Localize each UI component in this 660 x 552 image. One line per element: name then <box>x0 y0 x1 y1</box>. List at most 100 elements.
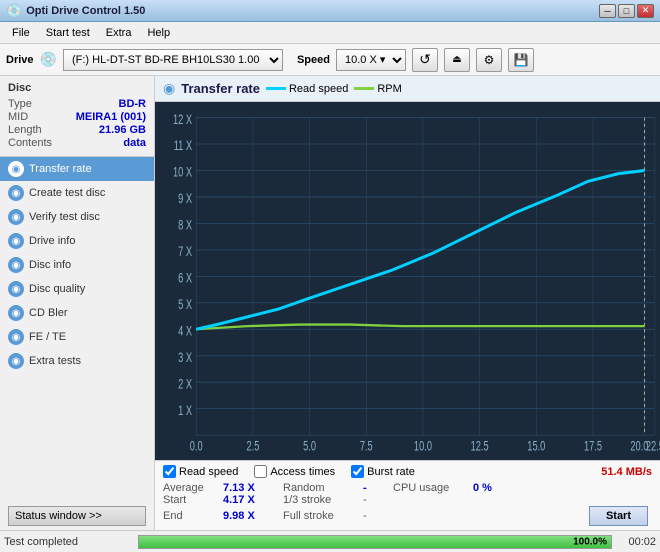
app-icon: 💿 <box>6 3 22 19</box>
svg-text:1 X: 1 X <box>178 402 192 419</box>
nav-fe-te[interactable]: ◉ FE / TE <box>0 325 154 349</box>
stat-key-full-stroke: Full stroke <box>283 506 363 526</box>
start-button[interactable]: Start <box>589 506 648 526</box>
disc-key-contents: Contents <box>8 137 52 149</box>
nav-cd-bler[interactable]: ◉ CD Bler <box>0 301 154 325</box>
drivebar: Drive 💿 (F:) HL-DT-ST BD-RE BH10LS30 1.0… <box>0 44 660 76</box>
menu-help[interactable]: Help <box>139 25 178 41</box>
stats-row-3: End 9.98 X Full stroke - Start <box>163 506 652 526</box>
app-title: Opti Drive Control 1.50 <box>26 5 599 17</box>
drive-label: Drive <box>6 54 34 66</box>
svg-text:9 X: 9 X <box>178 190 192 207</box>
nav-icon-verify-test-disc: ◉ <box>8 209 24 225</box>
cb-read-speed[interactable]: Read speed <box>163 465 238 478</box>
nav-icon-transfer-rate: ◉ <box>8 161 24 177</box>
nav-create-test-disc[interactable]: ◉ Create test disc <box>0 181 154 205</box>
legend-rpm: RPM <box>354 83 401 95</box>
main-layout: Disc Type BD-R MID MEIRA1 (001) Length 2… <box>0 76 660 530</box>
window-controls: ─ □ ✕ <box>599 4 654 18</box>
burst-rate-value: 51.4 MB/s <box>601 466 652 478</box>
nav-label-cd-bler: CD Bler <box>29 307 68 319</box>
svg-text:12 X: 12 X <box>173 111 192 128</box>
stat-val-start: 4.17 X <box>223 494 283 506</box>
disc-row-mid: MID MEIRA1 (001) <box>8 111 146 123</box>
disc-row-length: Length 21.96 GB <box>8 124 146 136</box>
cb-burst-rate[interactable]: Burst rate <box>351 465 415 478</box>
drive-select[interactable]: (F:) HL-DT-ST BD-RE BH10LS30 1.00 <box>63 49 283 71</box>
save-button[interactable]: 💾 <box>508 48 534 72</box>
progress-bar: 100.0% <box>138 535 612 549</box>
disc-val-length: 21.96 GB <box>99 124 146 136</box>
legend-read-speed-color <box>266 87 286 90</box>
nav-transfer-rate[interactable]: ◉ Transfer rate <box>0 157 154 181</box>
svg-text:5 X: 5 X <box>178 296 192 313</box>
nav-icon-drive-info: ◉ <box>8 233 24 249</box>
cb-burst-rate-label: Burst rate <box>367 466 415 478</box>
nav-label-create-test-disc: Create test disc <box>29 187 105 199</box>
chart-svg: 12 X 11 X 10 X 9 X 8 X 7 X 6 X 5 X 4 X 3… <box>155 102 660 460</box>
content-area: ◉ Transfer rate Read speed RPM <box>155 76 660 530</box>
menubar: File Start test Extra Help <box>0 22 660 44</box>
svg-text:0.0: 0.0 <box>190 438 203 455</box>
stat-val-end: 9.98 X <box>223 506 283 526</box>
titlebar: 💿 Opti Drive Control 1.50 ─ □ ✕ <box>0 0 660 22</box>
chart-header: ◉ Transfer rate Read speed RPM <box>155 76 660 102</box>
statusbar: Test completed 100.0% 00:02 <box>0 530 660 552</box>
nav-label-transfer-rate: Transfer rate <box>29 163 92 175</box>
cb-access-times-label: Access times <box>270 466 335 478</box>
nav-icon-fe-te: ◉ <box>8 329 24 345</box>
refresh-button[interactable]: ↺ <box>412 48 438 72</box>
chart-area: 12 X 11 X 10 X 9 X 8 X 7 X 6 X 5 X 4 X 3… <box>155 102 660 460</box>
menu-extra[interactable]: Extra <box>98 25 140 41</box>
minimize-button[interactable]: ─ <box>599 4 616 18</box>
nav-label-fe-te: FE / TE <box>29 331 66 343</box>
speed-select[interactable]: 10.0 X ▾ <box>336 49 406 71</box>
cb-access-times-input[interactable] <box>254 465 267 478</box>
stats-row-1: Average 7.13 X Random - CPU usage 0 % <box>163 482 652 494</box>
menu-file[interactable]: File <box>4 25 38 41</box>
cb-read-speed-input[interactable] <box>163 465 176 478</box>
svg-text:10.0: 10.0 <box>414 438 432 455</box>
cb-burst-rate-input[interactable] <box>351 465 364 478</box>
sidebar: Disc Type BD-R MID MEIRA1 (001) Length 2… <box>0 76 155 530</box>
stat-val-1-3-stroke: - <box>363 494 393 506</box>
svg-text:7.5: 7.5 <box>360 438 373 455</box>
svg-text:8 X: 8 X <box>178 217 192 234</box>
stats-table: Average 7.13 X Random - CPU usage 0 % St… <box>163 482 652 526</box>
svg-text:5.0: 5.0 <box>303 438 316 455</box>
status-window-button[interactable]: Status window >> <box>8 506 146 526</box>
svg-text:2.5: 2.5 <box>246 438 259 455</box>
nav-disc-info[interactable]: ◉ Disc info <box>0 253 154 277</box>
disc-key-length: Length <box>8 124 42 136</box>
stat-val-cpu: 0 % <box>473 482 652 494</box>
svg-text:4 X: 4 X <box>178 323 192 340</box>
legend-read-speed-label: Read speed <box>289 83 348 95</box>
svg-text:22.5: 22.5 <box>646 438 660 455</box>
cb-access-times[interactable]: Access times <box>254 465 335 478</box>
nav-verify-test-disc[interactable]: ◉ Verify test disc <box>0 205 154 229</box>
status-text: Test completed <box>4 536 134 548</box>
stat-key-cpu: CPU usage <box>393 482 473 494</box>
disc-section: Disc Type BD-R MID MEIRA1 (001) Length 2… <box>0 76 154 157</box>
maximize-button[interactable]: □ <box>618 4 635 18</box>
svg-text:2 X: 2 X <box>178 375 192 392</box>
menu-start-test[interactable]: Start test <box>38 25 98 41</box>
disc-section-title: Disc <box>8 82 146 94</box>
svg-text:12.5: 12.5 <box>471 438 489 455</box>
progress-percent: 100.0% <box>573 536 607 547</box>
nav-disc-quality[interactable]: ◉ Disc quality <box>0 277 154 301</box>
stat-val-full-stroke: - <box>363 506 393 526</box>
eject-button[interactable]: ⏏ <box>444 48 470 72</box>
cb-read-speed-label: Read speed <box>179 466 238 478</box>
nav-extra-tests[interactable]: ◉ Extra tests <box>0 349 154 373</box>
settings-button[interactable]: ⚙ <box>476 48 502 72</box>
stat-val-average: 7.13 X <box>223 482 283 494</box>
svg-text:17.5: 17.5 <box>584 438 602 455</box>
nav-drive-info[interactable]: ◉ Drive info <box>0 229 154 253</box>
nav-icon-disc-quality: ◉ <box>8 281 24 297</box>
nav-label-verify-test-disc: Verify test disc <box>29 211 100 223</box>
close-button[interactable]: ✕ <box>637 4 654 18</box>
disc-key-type: Type <box>8 98 32 110</box>
nav-label-disc-quality: Disc quality <box>29 283 85 295</box>
stat-key-start: Start <box>163 494 223 506</box>
